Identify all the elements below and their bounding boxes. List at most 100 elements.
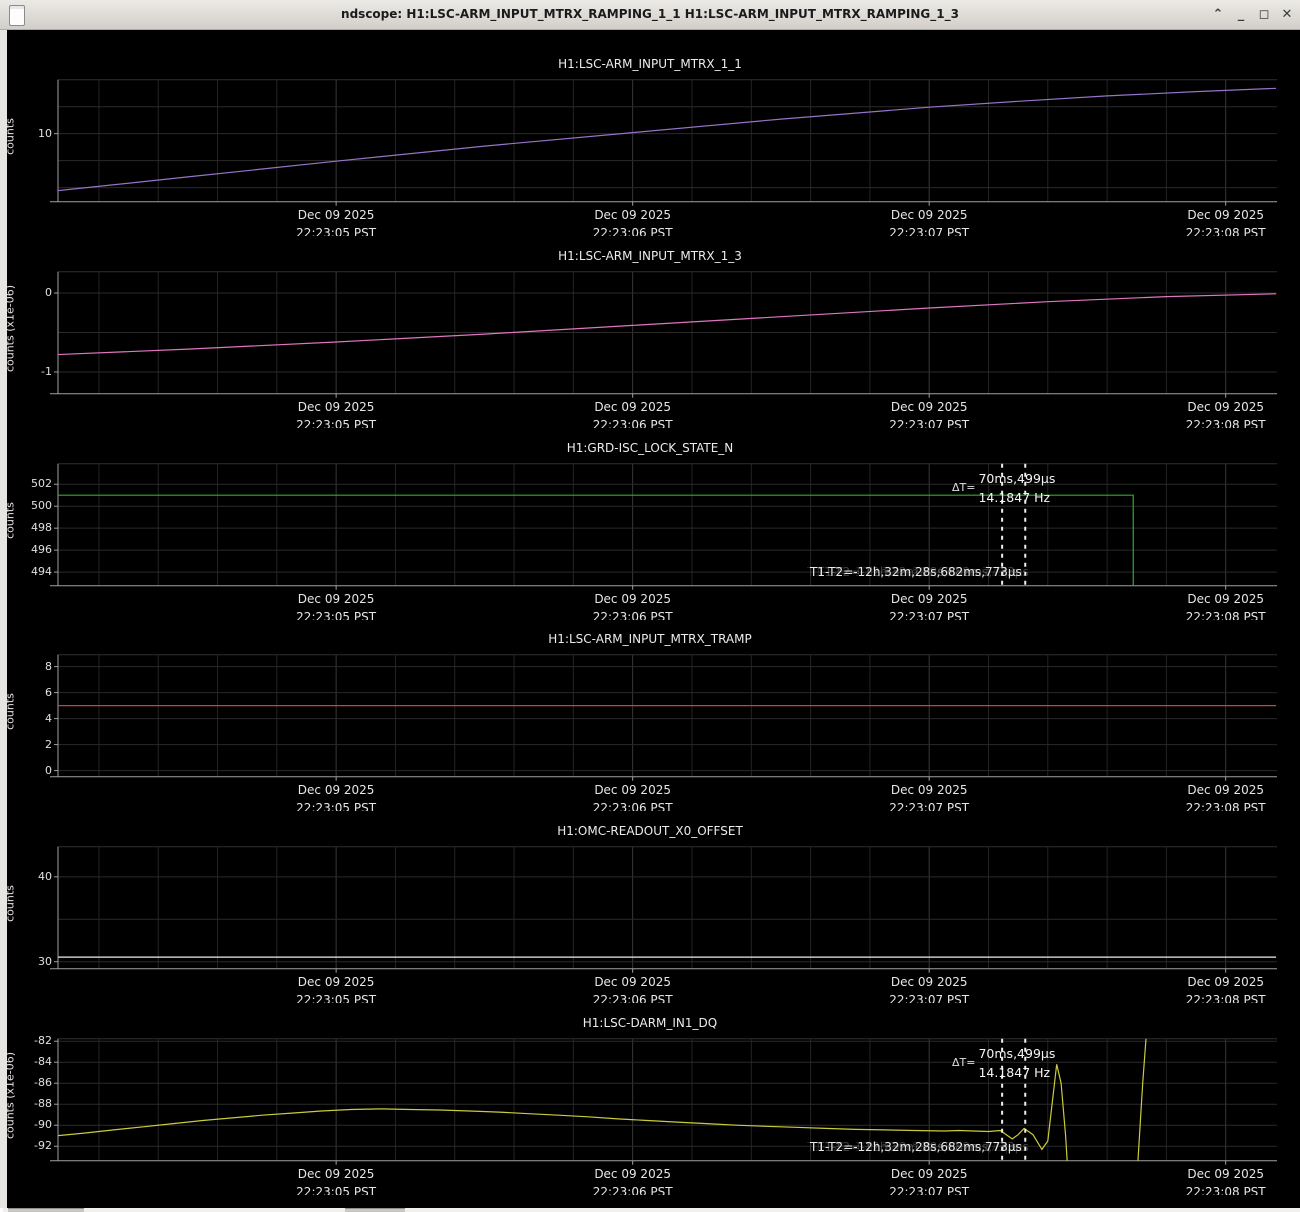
y-tick-label: 4 [6,712,52,725]
x-tick-time: 22:23:07 PST [869,991,989,1003]
cursor-delta-readout: ΔT=70ms,499µs14.1847 Hz [952,469,1055,507]
y-tick-label: 30 [6,955,52,968]
x-tick-time: 22:23:06 PST [573,1183,693,1195]
x-tick-time: 22:23:06 PST [573,608,693,620]
cursor-delta-values: 70ms,499µs14.1847 Hz [978,1044,1055,1082]
x-tick-label: Dec 09 202522:23:05 PST [276,1165,396,1195]
x-tick-label: Dec 09 202522:23:06 PST [573,1165,693,1195]
title-bar[interactable]: ndscope: H1:LSC-ARM_INPUT_MTRX_RAMPING_1… [0,0,1300,30]
minimize-button[interactable]: _ [1231,6,1251,24]
x-tick-date: Dec 09 2025 [869,1165,989,1183]
y-tick-label: -92 [6,1139,52,1152]
y-tick-label: 502 [6,477,52,490]
x-tick-label: Dec 09 202522:23:06 PST [573,590,693,620]
x-tick-time: 22:23:08 PST [1166,991,1286,1003]
y-tick-label: 0 [6,764,52,777]
x-tick-date: Dec 09 2025 [276,781,396,799]
plot-cell-5: H1:LSC-DARM_IN1_DQcounts (x1e-06)-82-84-… [0,1003,1300,1195]
x-tick-label: Dec 09 202522:23:05 PST [276,973,396,1003]
x-tick-time: 22:23:05 PST [276,1183,396,1195]
window-left-border [0,30,7,1208]
y-tick-label: -90 [6,1118,52,1131]
y-tick-label: 496 [6,543,52,556]
x-tick-date: Dec 09 2025 [573,1165,693,1183]
y-tick-label: 8 [6,660,52,673]
plot-grid: H1:LSC-ARM_INPUT_MTRX_1_1counts10Dec 09 … [0,30,1300,1208]
x-tick-time: 22:23:05 PST [276,991,396,1003]
x-tick-date: Dec 09 2025 [1166,206,1286,224]
x-tick-label: Dec 09 202522:23:08 PST [1166,590,1286,620]
y-tick-label: 498 [6,521,52,534]
x-tick-date: Dec 09 2025 [869,781,989,799]
x-tick-label: Dec 09 202522:23:07 PST [869,398,989,428]
plot-title: H1:LSC-ARM_INPUT_MTRX_1_1 [0,57,1300,71]
plot-cell-0: H1:LSC-ARM_INPUT_MTRX_1_1counts10Dec 09 … [0,44,1300,236]
plot-cell-1: H1:LSC-ARM_INPUT_MTRX_1_3counts (x1e-06)… [0,236,1300,428]
y-tick-label: 6 [6,686,52,699]
x-tick-label: Dec 09 202522:23:05 PST [276,206,396,236]
maximize-button[interactable]: ◻ [1254,6,1274,24]
x-tick-date: Dec 09 2025 [1166,590,1286,608]
x-tick-time: 22:23:08 PST [1166,799,1286,811]
plot-title: H1:GRD-ISC_LOCK_STATE_N [0,441,1300,455]
y-tick-label: -1 [6,365,52,378]
x-tick-date: Dec 09 2025 [869,973,989,991]
x-tick-date: Dec 09 2025 [869,206,989,224]
data-trace [57,294,1276,355]
x-tick-date: Dec 09 2025 [276,973,396,991]
x-tick-time: 22:23:07 PST [869,608,989,620]
x-tick-label: Dec 09 202522:23:07 PST [869,206,989,236]
x-tick-label: Dec 09 202522:23:08 PST [1166,973,1286,1003]
close-button[interactable]: ✕ [1277,6,1297,24]
x-tick-label: Dec 09 202522:23:07 PST [869,781,989,811]
x-tick-time: 22:23:08 PST [1166,224,1286,236]
x-tick-date: Dec 09 2025 [573,590,693,608]
shade-button[interactable]: ⌃ [1208,6,1228,24]
cursor-delta-label: ΔT= [952,481,975,494]
x-tick-label: Dec 09 202522:23:05 PST [276,398,396,428]
x-tick-time: 22:23:07 PST [869,416,989,428]
y-tick-label: 10 [6,127,52,140]
x-tick-time: 22:23:06 PST [573,991,693,1003]
x-tick-time: 22:23:08 PST [1166,608,1286,620]
x-tick-date: Dec 09 2025 [276,1165,396,1183]
plot-cell-3: H1:LSC-ARM_INPUT_MTRX_TRAMPcounts86420De… [0,619,1300,811]
x-tick-date: Dec 09 2025 [869,590,989,608]
x-tick-date: Dec 09 2025 [573,398,693,416]
x-tick-label: Dec 09 202522:23:06 PST [573,206,693,236]
x-tick-label: Dec 09 202522:23:06 PST [573,781,693,811]
y-tick-label: 500 [6,499,52,512]
y-tick-label: -82 [6,1034,52,1047]
x-tick-label: Dec 09 202522:23:08 PST [1166,206,1286,236]
data-trace [57,89,1276,191]
x-tick-label: Dec 09 202522:23:05 PST [276,781,396,811]
x-tick-label: Dec 09 202522:23:06 PST [573,973,693,1003]
x-tick-time: 22:23:05 PST [276,224,396,236]
plot-cell-4: H1:OMC-READOUT_X0_OFFSETcounts4030Dec 09… [0,811,1300,1003]
x-tick-label: Dec 09 202522:23:07 PST [869,1165,989,1195]
x-tick-time: 22:23:06 PST [573,416,693,428]
x-tick-date: Dec 09 2025 [1166,398,1286,416]
x-tick-date: Dec 09 2025 [1166,1165,1286,1183]
x-tick-label: Dec 09 202522:23:08 PST [1166,781,1286,811]
x-tick-label: Dec 09 202522:23:08 PST [1166,398,1286,428]
x-tick-date: Dec 09 2025 [1166,781,1286,799]
y-tick-label: -86 [6,1076,52,1089]
cursor-delta-time: 70ms,499µs [978,469,1055,488]
x-tick-time: 22:23:08 PST [1166,416,1286,428]
y-tick-label: 494 [6,565,52,578]
toolbar-edge-sliver [0,1208,3,1212]
toolbar-button-edge-0[interactable] [8,1208,84,1212]
toolbar-button-edge-1[interactable] [345,1208,405,1212]
ndscope-window: ndscope: H1:LSC-ARM_INPUT_MTRX_RAMPING_1… [0,0,1300,1212]
cursor-t1t2-readout: T1-T2=-12h,32m,28s,682ms,773µs [810,1140,1022,1154]
y-tick-label: -84 [6,1055,52,1068]
x-tick-date: Dec 09 2025 [1166,973,1286,991]
cursor-delta-label: ΔT= [952,1056,975,1069]
x-tick-date: Dec 09 2025 [869,398,989,416]
x-tick-time: 22:23:05 PST [276,608,396,620]
cursor-t1t2-readout: T1-T2=-12h,32m,28s,682ms,773µs [810,565,1022,579]
plot-title: H1:LSC-DARM_IN1_DQ [0,1016,1300,1030]
x-tick-time: 22:23:06 PST [573,224,693,236]
x-tick-label: Dec 09 202522:23:07 PST [869,973,989,1003]
